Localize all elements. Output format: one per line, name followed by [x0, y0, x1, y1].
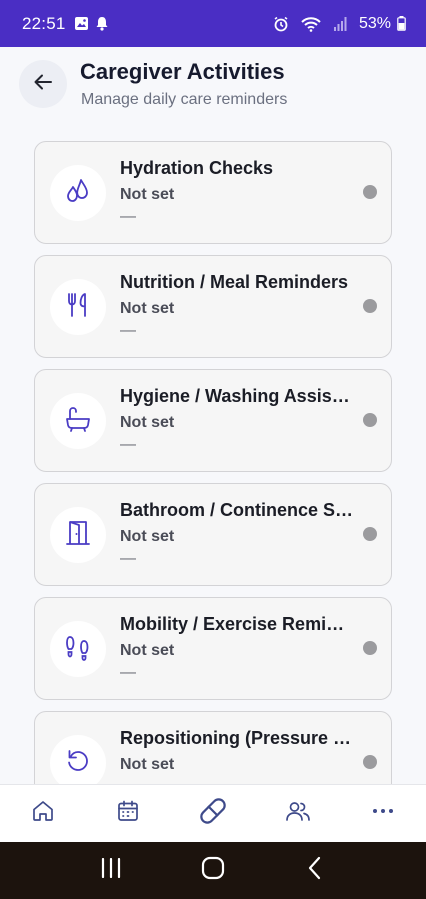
app-screen: 22:51 53% Caregiver Activities Manage da…	[0, 0, 426, 899]
activity-name: Bathroom / Continence Support	[120, 500, 355, 520]
activity-status: Not set	[120, 642, 175, 659]
system-navigation-bar	[0, 842, 426, 899]
activity-icon-container	[50, 393, 106, 449]
activity-icon-container	[50, 621, 106, 677]
activity-card-nutrition[interactable]: Nutrition / Meal Reminders Not set —	[34, 255, 392, 358]
activity-status: Not set	[120, 300, 175, 317]
activity-icon-container	[50, 279, 106, 335]
page-header: Caregiver Activities Manage daily care r…	[0, 47, 426, 127]
activity-list[interactable]: Hydration Checks Not set — Nutrition / M…	[0, 127, 426, 784]
notification-bell-icon	[95, 16, 109, 31]
activity-name: Hygiene / Washing Assistance	[120, 386, 355, 406]
activity-card-hygiene[interactable]: Hygiene / Washing Assistance Not set —	[34, 369, 392, 472]
activity-time: —	[120, 436, 136, 453]
activity-name: Mobility / Exercise Reminders	[120, 614, 355, 634]
nav-people[interactable]	[268, 785, 328, 843]
activity-name: Nutrition / Meal Reminders	[120, 272, 349, 292]
footprints-icon	[64, 633, 92, 666]
nav-medications[interactable]	[183, 785, 243, 843]
nav-calendar[interactable]	[98, 785, 158, 843]
home-icon	[31, 799, 55, 828]
page-title: Caregiver Activities	[80, 59, 285, 84]
activity-status: Not set	[120, 528, 175, 545]
activity-card-mobility[interactable]: Mobility / Exercise Reminders Not set —	[34, 597, 392, 700]
status-indicator-dot	[363, 641, 377, 655]
more-icon	[371, 799, 395, 828]
status-indicator-dot	[363, 413, 377, 427]
rotate-icon	[64, 747, 92, 780]
calendar-icon	[116, 799, 140, 828]
recent-apps-button[interactable]	[81, 842, 141, 899]
activity-time: —	[120, 208, 136, 225]
status-time: 22:51	[22, 13, 66, 33]
status-indicator-dot	[363, 527, 377, 541]
pill-icon	[196, 794, 230, 833]
activity-card-hydration[interactable]: Hydration Checks Not set —	[34, 141, 392, 244]
activity-card-bathroom[interactable]: Bathroom / Continence Support Not set —	[34, 483, 392, 586]
recent-apps-icon	[100, 857, 122, 883]
page-subtitle: Manage daily care reminders	[81, 91, 288, 108]
status-bar: 22:51 53%	[0, 0, 426, 47]
back-nav-button[interactable]	[285, 842, 345, 899]
battery-icon	[397, 16, 406, 31]
activity-name: Repositioning (Pressure Care)	[120, 728, 355, 748]
nav-more[interactable]	[353, 785, 413, 843]
activity-status: Not set	[120, 414, 175, 431]
activity-time: —	[120, 322, 136, 339]
wifi-icon	[301, 16, 321, 32]
activity-status: Not set	[120, 186, 175, 203]
status-right-group: 53%	[273, 15, 412, 33]
people-icon	[285, 799, 311, 828]
fork-knife-icon	[64, 291, 92, 324]
activity-icon-container	[50, 165, 106, 221]
chevron-left-icon	[307, 856, 323, 885]
bottom-navigation	[0, 784, 426, 842]
arrow-left-icon	[32, 71, 54, 98]
alarm-icon	[273, 16, 289, 32]
activity-name: Hydration Checks	[120, 158, 274, 178]
activity-time: —	[120, 664, 136, 681]
image-icon	[74, 16, 89, 31]
activity-card-repositioning[interactable]: Repositioning (Pressure Care) Not set —	[34, 711, 392, 784]
home-circle-icon	[201, 856, 225, 885]
status-indicator-dot	[363, 755, 377, 769]
door-icon	[64, 519, 92, 552]
activity-time: —	[120, 550, 136, 567]
back-button[interactable]	[19, 60, 67, 108]
home-button[interactable]	[183, 842, 243, 899]
activity-icon-container	[50, 507, 106, 563]
status-indicator-dot	[363, 185, 377, 199]
activity-status: Not set	[120, 756, 175, 773]
battery-percentage: 53%	[358, 14, 391, 32]
nav-home[interactable]	[13, 785, 73, 843]
water-drops-icon	[64, 177, 92, 210]
bathtub-icon	[64, 405, 92, 438]
signal-icon	[333, 16, 347, 32]
status-indicator-dot	[363, 299, 377, 313]
activity-icon-container	[50, 735, 106, 784]
